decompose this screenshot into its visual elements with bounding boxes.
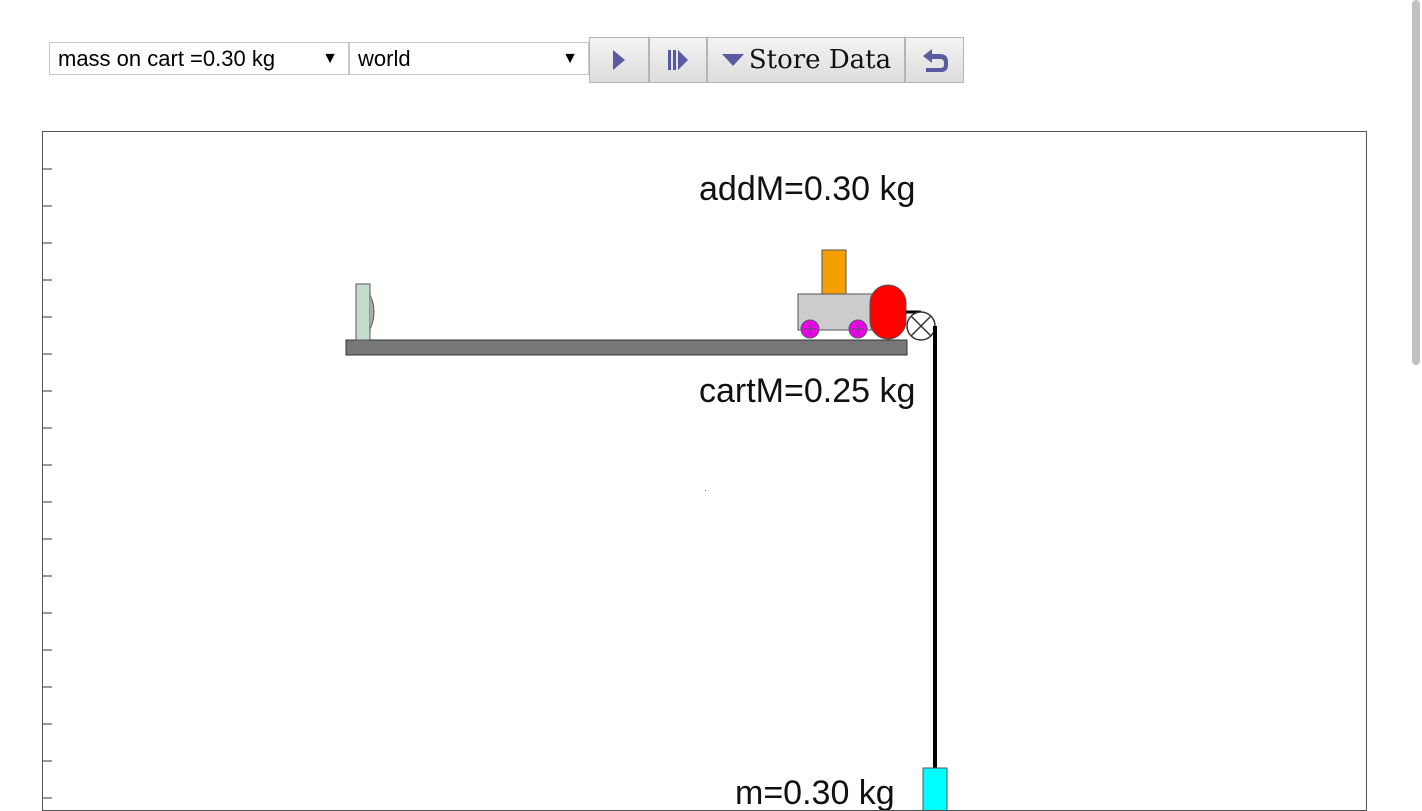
step-forward-icon — [668, 50, 688, 70]
hanging-mass-block[interactable] — [922, 767, 948, 811]
step-button[interactable] — [649, 37, 707, 83]
added-mass-label: addM=0.30 kg — [699, 170, 915, 208]
frame-of-reference-value: world — [358, 46, 411, 71]
simulation-drawing: addM=0.30 kg cartM=0.25 kg m=0.30 kg — [43, 168, 948, 811]
play-button[interactable] — [589, 37, 649, 83]
simulation-canvas[interactable]: addM=0.30 kg cartM=0.25 kg m=0.30 kg — [42, 131, 1367, 811]
cart-wheel — [800, 319, 820, 339]
mass-on-cart-value: mass on cart =0.30 kg — [58, 46, 276, 71]
pulley-icon — [906, 311, 936, 341]
scrollbar-thumb[interactable] — [1412, 0, 1420, 365]
track — [345, 339, 908, 356]
store-data-label: Store Data — [748, 45, 892, 75]
cart-bumper — [869, 284, 907, 340]
page-scrollbar[interactable] — [1410, 0, 1422, 800]
undo-icon — [922, 49, 948, 72]
cart-wheel — [848, 319, 868, 339]
dropdown-triangle-icon — [721, 54, 744, 66]
play-icon — [613, 50, 625, 70]
end-stopper — [355, 283, 371, 341]
axis-ticks — [43, 168, 52, 799]
added-mass-block[interactable] — [821, 249, 847, 296]
mass-on-cart-select[interactable]: mass on cart =0.30 kg ▼ — [49, 42, 349, 75]
frame-of-reference-select[interactable]: world ▼ — [349, 42, 589, 75]
hanging-mass-label: m=0.30 kg — [735, 774, 895, 811]
store-data-button[interactable]: Store Data — [707, 37, 905, 83]
undo-button[interactable] — [905, 37, 964, 83]
cart-mass-label: cartM=0.25 kg — [699, 372, 915, 410]
dropdown-arrow-icon: ▼ — [322, 50, 338, 67]
center-dot — [705, 490, 706, 491]
dropdown-arrow-icon: ▼ — [562, 50, 578, 67]
stopper-bumper — [369, 294, 375, 330]
